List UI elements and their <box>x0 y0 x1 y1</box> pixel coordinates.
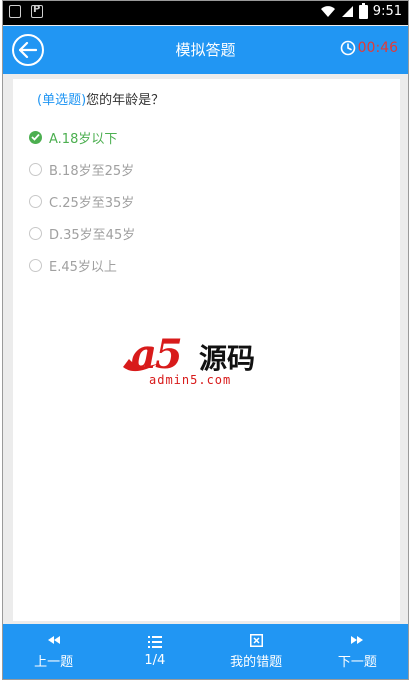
rewind-icon <box>47 633 60 647</box>
next-question-button[interactable]: 下一题 <box>307 624 408 679</box>
close-box-icon <box>249 633 263 647</box>
question-type-label: (单选题) <box>37 93 87 108</box>
watermark-a5: a5 <box>131 331 183 378</box>
option-label: C.25岁至35岁 <box>49 195 135 211</box>
watermark-url: admin5.com <box>149 373 232 387</box>
status-bar: 9:51 <box>3 1 408 25</box>
battery-icon <box>358 2 368 19</box>
option-a[interactable]: A.18岁以下 <box>29 121 135 153</box>
option-c[interactable]: C.25岁至35岁 <box>29 185 135 217</box>
progress-label: 1/4 <box>144 653 166 668</box>
countdown-timer: 00:46 <box>340 40 398 56</box>
list-icon <box>147 635 162 649</box>
signal-icon <box>341 6 353 17</box>
parking-notification-icon <box>31 4 43 18</box>
option-label: A.18岁以下 <box>49 131 118 147</box>
status-time: 9:51 <box>372 4 402 19</box>
wrong-answers-label: 我的错题 <box>230 655 283 670</box>
question-body: 您的年龄是？ <box>86 93 165 108</box>
checked-circle-icon <box>29 130 42 144</box>
app-header: 模拟答题 00:46 <box>3 26 408 74</box>
timer-value: 00:46 <box>357 40 398 56</box>
radio-circle-icon <box>29 162 42 176</box>
option-label: E.45岁以上 <box>49 259 117 275</box>
question-card: (单选题)您的年龄是？ A.18岁以下 B.18岁至25岁 C.25岁至35岁 … <box>13 79 400 621</box>
answer-options: A.18岁以下 B.18岁至25岁 C.25岁至35岁 D.35岁至45岁 E.… <box>29 121 135 281</box>
option-b[interactable]: B.18岁至25岁 <box>29 153 135 185</box>
option-label: B.18岁至25岁 <box>49 163 135 179</box>
prev-question-label: 上一题 <box>34 655 74 670</box>
radio-circle-icon <box>29 226 42 240</box>
prev-question-button[interactable]: 上一题 <box>3 624 104 679</box>
bottom-navigation: 上一题 1/4 我的错题 下一题 <box>3 624 408 679</box>
watermark-brand: 源码 <box>199 342 256 375</box>
notification-icon <box>9 5 21 18</box>
status-bar-notifications <box>9 4 43 18</box>
radio-circle-icon <box>29 258 42 272</box>
option-d[interactable]: D.35岁至45岁 <box>29 217 135 249</box>
wifi-icon <box>320 6 335 17</box>
fast-forward-icon <box>351 633 364 647</box>
phone-screen: 9:51 模拟答题 00:46 (单选题)您的年龄是？ A. <box>2 0 409 680</box>
clock-icon <box>340 40 355 56</box>
option-label: D.35岁至45岁 <box>49 227 136 243</box>
next-question-label: 下一题 <box>337 655 377 670</box>
watermark-logo: a5 源码 admin5.com <box>121 331 291 393</box>
radio-circle-icon <box>29 194 42 208</box>
wrong-answers-button[interactable]: 我的错题 <box>206 624 307 679</box>
question-list-button[interactable]: 1/4 <box>104 624 205 679</box>
status-bar-system: 9:51 <box>320 2 402 19</box>
question-text: (单选题)您的年龄是？ <box>37 89 164 108</box>
option-e[interactable]: E.45岁以上 <box>29 249 135 281</box>
